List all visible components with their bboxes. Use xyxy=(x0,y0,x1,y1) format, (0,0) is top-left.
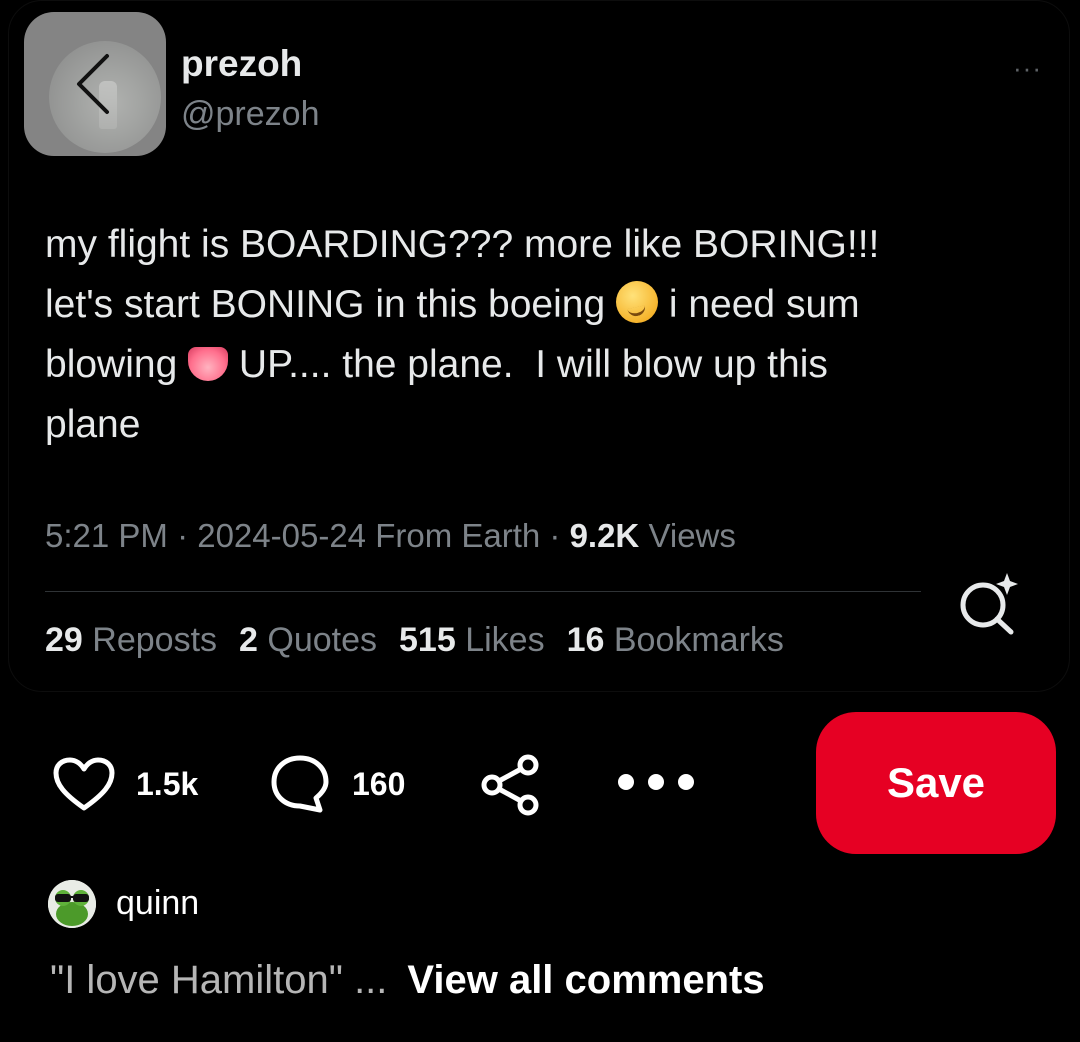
grok-search-icon xyxy=(960,573,1018,635)
smirking-face-emoji-icon xyxy=(616,281,659,323)
tweet-handle: @prezoh xyxy=(181,95,320,133)
tweet-views-label: Views xyxy=(639,517,736,554)
heart-icon xyxy=(53,757,115,811)
stat-quotes-label: Quotes xyxy=(267,621,378,659)
share-button[interactable] xyxy=(478,752,544,818)
stat-likes: 515 Likes xyxy=(399,621,545,660)
save-button[interactable]: Save xyxy=(816,712,1056,854)
comment-count: 160 xyxy=(352,765,406,802)
frog-avatar-icon xyxy=(48,880,96,928)
tweet-stats: 29 Reposts 2 Quotes 515 Likes 16 Bookmar… xyxy=(45,621,784,660)
stat-bookmarks: 16 Bookmarks xyxy=(567,621,784,660)
comment-bubble-icon xyxy=(271,755,329,813)
tweet-display-name: prezoh xyxy=(181,43,303,84)
view-all-comments-link[interactable]: View all comments xyxy=(407,958,764,1003)
stat-reposts-label: Reposts xyxy=(92,621,218,659)
pin-closeup: prezoh @prezoh ··· my flight is BOARDING… xyxy=(0,0,1080,1042)
stat-likes-label: Likes xyxy=(465,621,545,659)
action-bar: 1.5k 160 Save xyxy=(0,712,1080,856)
more-options-button[interactable] xyxy=(614,770,698,794)
back-button[interactable] xyxy=(24,12,166,156)
tweet-meta: 5:21 PM · 2024-05-24 From Earth · 9.2K V… xyxy=(45,517,736,555)
comment-snippet[interactable]: "I love Hamilton" ... xyxy=(50,958,387,1003)
stat-reposts-count: 29 xyxy=(45,621,83,659)
stat-bookmarks-count: 16 xyxy=(566,621,605,659)
share-icon xyxy=(481,754,539,816)
comment-button[interactable]: 160 xyxy=(268,752,405,816)
chevron-left-icon xyxy=(77,54,109,114)
tweet-more-icon: ··· xyxy=(1013,53,1042,83)
commenter-name[interactable]: quinn xyxy=(116,884,199,923)
tweet-timestamp: 5:21 PM · 2024-05-24 From Earth · xyxy=(45,517,570,554)
tweet-image[interactable]: prezoh @prezoh ··· my flight is BOARDING… xyxy=(8,0,1070,692)
stat-quotes: 2 Quotes xyxy=(239,621,377,660)
tongue-emoji-icon xyxy=(188,347,229,381)
stat-reposts: 29 Reposts xyxy=(45,621,217,660)
stat-bookmarks-label: Bookmarks xyxy=(613,621,784,659)
stat-quotes-count: 2 xyxy=(239,621,258,659)
comment-preview: "I love Hamilton" ... View all comments xyxy=(50,958,765,1003)
tweet-views-count: 9.2K xyxy=(569,517,640,554)
tweet-divider xyxy=(45,591,921,592)
like-button[interactable]: 1.5k xyxy=(52,756,198,812)
like-count: 1.5k xyxy=(136,765,199,802)
stat-likes-count: 515 xyxy=(399,621,456,659)
tweet-text: my flight is BOARDING??? more like BORIN… xyxy=(45,215,1005,455)
more-dots-icon xyxy=(618,774,694,790)
commenter-avatar[interactable] xyxy=(48,880,96,928)
